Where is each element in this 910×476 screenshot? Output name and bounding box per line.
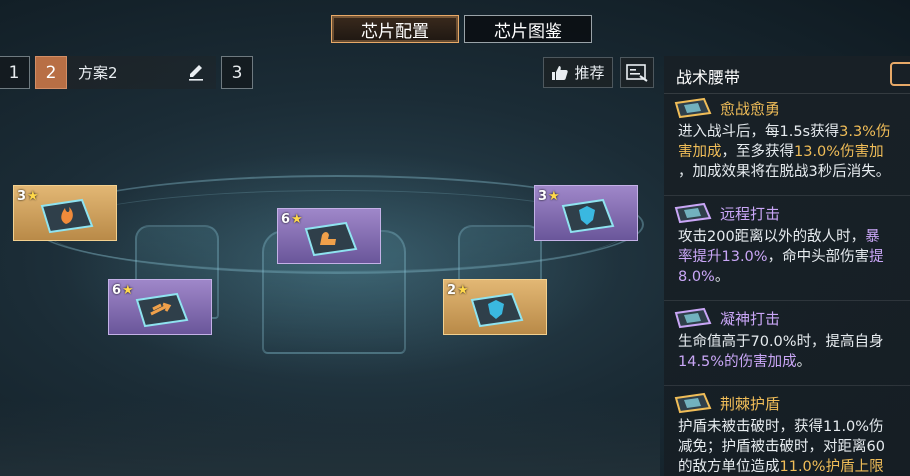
description-line: ，加成效果将在脱战3秒后消失。 xyxy=(678,162,910,182)
effect-description: 攻击200距离以外的敌人时，暴 率提升13.0%，命中头部伤害提 8.0%。 xyxy=(678,227,910,287)
shield-chip-icon xyxy=(561,198,615,234)
plan-name-label: 方案2 xyxy=(78,64,118,82)
shield-chip-icon xyxy=(470,292,524,328)
arrow-chip-icon xyxy=(135,292,189,328)
effect-header: 远程打击 xyxy=(674,201,780,225)
effect-name: 愈战愈勇 xyxy=(720,99,781,118)
effect-description: 生命值高于70.0%时，提高自身 14.5%的伤害加成。 xyxy=(678,332,910,372)
description-text: 11.0%护盾上限 xyxy=(779,459,884,475)
divider xyxy=(664,385,910,386)
description-text: 护盾未被击破时，获得11.0%伤 xyxy=(678,419,884,435)
chip-list-button[interactable] xyxy=(620,57,654,88)
edit-pencil-icon[interactable] xyxy=(186,62,206,82)
chip-card-icon xyxy=(674,202,712,224)
description-line: 护盾未被击破时，获得11.0%伤 xyxy=(678,417,910,437)
effect-name: 凝神打击 xyxy=(720,309,781,328)
description-line: 14.5%的伤害加成。 xyxy=(678,352,910,372)
info-corner-icon[interactable] xyxy=(890,62,910,86)
chip-level: 6 xyxy=(112,283,122,298)
chip-card-icon xyxy=(674,392,712,414)
panel-title: 战术腰带 xyxy=(676,68,741,87)
chip-level: 3 xyxy=(538,189,548,204)
chip-level: 6 xyxy=(281,212,291,227)
description-text: 。 xyxy=(714,269,730,285)
effect-header: 荆棘护盾 xyxy=(674,391,780,415)
description-text: 率提升13.0% xyxy=(678,249,768,265)
tab-chip-config[interactable]: 芯片配置 xyxy=(331,15,459,43)
description-line: 生命值高于70.0%时，提高自身 xyxy=(678,332,910,352)
effect-name: 远程打击 xyxy=(720,204,781,223)
flame-chip-icon xyxy=(40,198,94,234)
tab-chip-codex[interactable]: 芯片图鉴 xyxy=(464,15,592,43)
description-text: 提 xyxy=(869,249,884,265)
effect-name: 荆棘护盾 xyxy=(720,394,781,413)
description-line: 8.0%。 xyxy=(678,267,910,287)
description-text: ，加成效果将在脱战3秒后消失。 xyxy=(678,164,891,180)
description-text: 8.0% xyxy=(678,269,715,285)
star-icon: ★ xyxy=(291,212,303,227)
description-text: 害加成 xyxy=(678,144,722,160)
chip-slot-1[interactable]: 3 ★ xyxy=(13,185,117,241)
description-line: 率提升13.0%，命中头部伤害提 xyxy=(678,247,910,267)
star-icon: ★ xyxy=(548,189,560,204)
description-line: 攻击200距离以外的敌人时，暴 xyxy=(678,227,910,247)
ground-mist xyxy=(0,400,660,476)
chip-slot-4[interactable]: 2 ★ xyxy=(443,279,547,335)
star-icon: ★ xyxy=(457,283,469,298)
divider xyxy=(664,195,910,196)
description-text: ，命中头部伤害 xyxy=(767,249,870,265)
recommend-label: 推荐 xyxy=(574,64,605,82)
chip-slot-3[interactable]: 6 ★ xyxy=(277,208,381,264)
description-line: 害加成，至多获得13.0%伤害加 xyxy=(678,142,910,162)
effect-panel: 战术腰带 愈战愈勇 进入战斗后，每1.5s获得3.3%伤 害加成，至多获得13.0%… xyxy=(664,56,910,476)
description-text: ，至多获得 xyxy=(721,144,795,160)
thumb-up-icon xyxy=(552,65,569,80)
description-line: 进入战斗后，每1.5s获得3.3%伤 xyxy=(678,122,910,142)
description-text: 3.3%伤 xyxy=(839,124,891,140)
description-text: 暴 xyxy=(865,229,880,245)
description-text: 攻击200距离以外的敌人时， xyxy=(678,229,866,245)
description-text: 的敌方单位造成 xyxy=(678,459,780,475)
chip-level: 2 xyxy=(447,283,457,298)
plan-name-field: 方案2 xyxy=(68,56,216,89)
plan-3-button[interactable]: 3 xyxy=(221,56,253,89)
chip-card-icon xyxy=(674,97,712,119)
divider xyxy=(664,300,910,301)
divider xyxy=(664,93,910,94)
chip-level: 3 xyxy=(17,189,27,204)
list-card-icon xyxy=(626,63,648,82)
chip-slot-2[interactable]: 6 ★ xyxy=(108,279,212,335)
description-line: 减免；护盾被击破时，对距离60 xyxy=(678,437,910,457)
plan-1-button[interactable]: 1 xyxy=(0,56,30,89)
top-tabs: 芯片配置 芯片图鉴 xyxy=(331,15,592,43)
effect-header: 凝神打击 xyxy=(674,306,780,330)
description-text: 减免；护盾被击破时，对距离60 xyxy=(678,439,885,455)
effect-description: 进入战斗后，每1.5s获得3.3%伤 害加成，至多获得13.0%伤害加 ，加成效果将… xyxy=(678,122,910,182)
chip-slot-5[interactable]: 3 ★ xyxy=(534,185,638,241)
description-text: 14.5%的伤害加成 xyxy=(678,354,797,370)
description-text: 进入战斗后，每1.5s获得 xyxy=(678,124,840,140)
effect-description: 护盾未被击破时，获得11.0%伤 减免；护盾被击破时，对距离60 的敌方单位造成11… xyxy=(678,417,910,476)
star-icon: ★ xyxy=(27,189,39,204)
plan-2-button[interactable]: 2 xyxy=(35,56,67,89)
recommend-button[interactable]: 推荐 xyxy=(543,57,613,88)
star-icon: ★ xyxy=(122,283,134,298)
chip-card-icon xyxy=(674,307,712,329)
description-text: 13.0%伤害加 xyxy=(794,144,884,160)
description-text: 。 xyxy=(796,354,812,370)
arm-chip-icon xyxy=(304,221,358,257)
description-line: 的敌方单位造成11.0%护盾上限 xyxy=(678,457,910,476)
effect-header: 愈战愈勇 xyxy=(674,96,780,120)
description-text: 生命值高于70.0%时，提高自身 xyxy=(678,334,884,350)
